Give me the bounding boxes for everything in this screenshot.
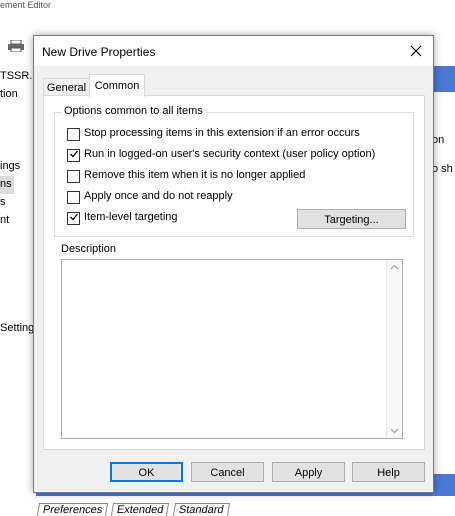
option-label[interactable]: Run in logged-on user's security context… — [84, 148, 375, 160]
close-icon[interactable] — [407, 42, 425, 60]
description-label: Description — [61, 243, 117, 255]
option-label[interactable]: Stop processing items in this extension … — [84, 127, 360, 139]
cancel-button[interactable]: Cancel — [191, 462, 264, 482]
background-tree-item[interactable]: Setting — [0, 322, 34, 334]
background-tree-panel — [0, 66, 37, 486]
checkbox-run-in-user-context[interactable] — [67, 149, 80, 162]
background-tree-item[interactable]: nt — [0, 214, 9, 226]
checkbox-apply-once[interactable] — [67, 191, 80, 204]
background-tree-item[interactable]: tion — [0, 88, 18, 100]
background-tree-item[interactable]: ings — [0, 160, 20, 172]
background-details-panel — [432, 66, 455, 496]
checkmark-icon — [70, 213, 79, 221]
targeting-button[interactable]: Targeting... — [297, 209, 406, 229]
checkbox-stop-processing[interactable] — [67, 128, 80, 141]
checkbox-remove-item[interactable] — [67, 170, 80, 183]
apply-button[interactable]: Apply — [272, 462, 345, 482]
tab-common[interactable]: Common — [89, 74, 145, 97]
background-selected-row — [432, 66, 455, 92]
background-window-title: ement Editor — [0, 0, 52, 10]
dialog-titlebar[interactable]: New Drive Properties — [34, 36, 433, 66]
option-label[interactable]: Item-level targeting — [84, 211, 178, 223]
option-label[interactable]: Remove this item when it is no longer ap… — [84, 169, 305, 181]
options-group-title: Options common to all items — [62, 105, 205, 117]
description-textarea[interactable] — [61, 259, 403, 439]
background-tab-preferences[interactable]: Preferences — [36, 503, 109, 516]
option-label[interactable]: Apply once and do not reapply — [84, 190, 233, 202]
background-tree-item[interactable]: ns — [0, 178, 12, 190]
scroll-down-arrow-icon[interactable] — [390, 428, 399, 434]
checkbox-item-level-targeting[interactable] — [67, 212, 80, 225]
new-drive-properties-dialog: New Drive Properties General Common Opti… — [33, 35, 434, 493]
common-tab-pane: Options common to all items Stop process… — [43, 95, 425, 450]
dialog-title: New Drive Properties — [42, 45, 156, 59]
background-details-text: o sh — [432, 163, 453, 175]
background-tab-standard[interactable]: Standard — [172, 503, 230, 516]
background-tab-extended[interactable]: Extended — [111, 503, 171, 516]
background-view-tabs: Preferences Extended Standard — [36, 503, 231, 516]
ok-button[interactable]: OK — [110, 462, 183, 482]
help-button[interactable]: Help — [352, 462, 425, 482]
background-tree-item[interactable]: s — [0, 196, 6, 208]
description-scrollbar[interactable] — [386, 260, 402, 438]
options-group: Options common to all items Stop process… — [54, 105, 414, 237]
printer-icon[interactable] — [8, 40, 24, 52]
checkmark-icon — [70, 150, 79, 158]
scroll-up-arrow-icon[interactable] — [390, 264, 399, 270]
